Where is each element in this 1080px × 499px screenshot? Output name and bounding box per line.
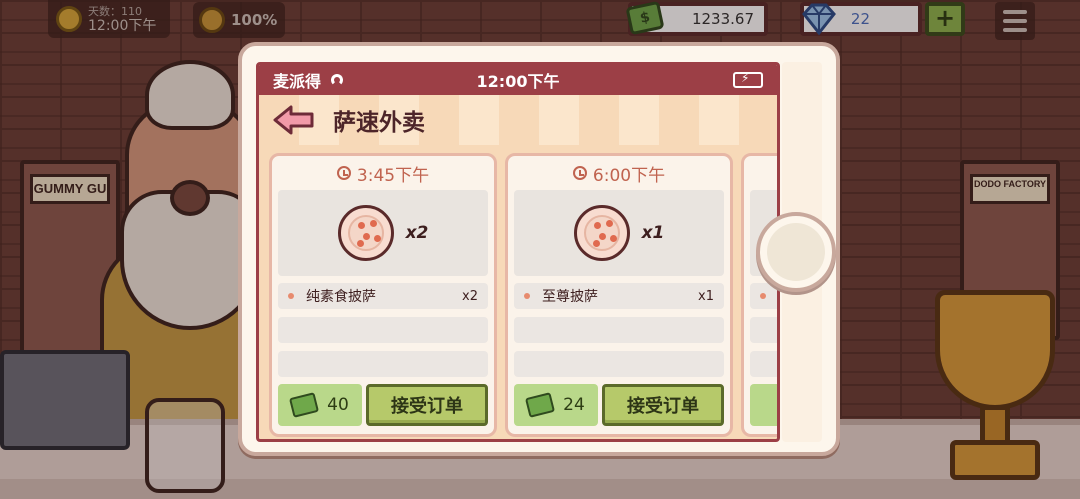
order-item-empty: [514, 351, 724, 377]
order-item: 至尊披萨 x1: [514, 283, 724, 309]
order-card: 3:45下午 x2 纯素食披萨 x2 40 接受订单: [269, 153, 497, 437]
pizza-preview: x2: [278, 190, 488, 276]
order-item-empty: [750, 351, 777, 377]
order-item-empty: [514, 317, 724, 343]
order-time: [744, 156, 777, 190]
tablet-home-button[interactable]: [756, 212, 836, 292]
app-header: 萨速外卖: [259, 95, 777, 145]
pizza-quantity: x1: [641, 223, 665, 243]
order-footer: 40 接受订单: [278, 384, 488, 426]
order-item: 纯素食披萨 x2: [278, 283, 488, 309]
pizza-icon: [573, 205, 630, 261]
order-time: 3:45下午: [272, 156, 494, 190]
back-arrow-icon: [273, 105, 314, 135]
battery-icon: [733, 71, 763, 88]
clock-icon: [336, 166, 351, 180]
bullet-icon: [524, 293, 530, 299]
order-footer: [750, 384, 777, 426]
reward-value: 24: [563, 395, 585, 415]
money-icon: [525, 392, 556, 418]
pizza-icon: [337, 205, 394, 261]
order-time-label: 6:00下午: [592, 165, 666, 186]
pizza-quantity: x2: [405, 223, 429, 243]
order-time-label: 3:45下午: [356, 165, 430, 186]
clock-icon: [572, 166, 587, 180]
order-footer: 24 接受订单: [514, 384, 724, 426]
order-item-qty: x1: [698, 288, 714, 304]
app-title: 萨速外卖: [333, 110, 425, 136]
money-icon: [289, 392, 320, 418]
tablet-screen: 麦派得 12:00下午 萨速外卖 3:45下午: [256, 62, 780, 442]
order-reward: 40: [278, 384, 362, 426]
status-bar: 麦派得 12:00下午: [259, 65, 777, 95]
order-card: 月: [741, 153, 780, 437]
pizza-preview: x1: [514, 190, 724, 276]
back-button[interactable]: [273, 104, 315, 136]
bullet-icon: [288, 293, 294, 299]
accept-order-button[interactable]: 接受订单: [602, 384, 724, 426]
carrier-name: 麦派得: [273, 72, 322, 91]
reward-value: 40: [327, 395, 349, 415]
order-card: 6:00下午 x1 至尊披萨 x1 24 接受订单: [505, 153, 733, 437]
order-reward: [750, 384, 777, 426]
money-icon: [776, 392, 777, 418]
order-item-empty: [278, 317, 488, 343]
order-reward: 24: [514, 384, 598, 426]
order-item-name: 纯素食披萨: [306, 289, 376, 305]
order-time: 6:00下午: [508, 156, 730, 190]
accept-order-button[interactable]: 接受订单: [366, 384, 488, 426]
order-item-name: 月: [778, 286, 780, 306]
order-item-empty: [278, 351, 488, 377]
tablet-device: 麦派得 12:00下午 萨速外卖 3:45下午: [238, 42, 840, 456]
order-item-name: 至尊披萨: [542, 289, 598, 305]
order-item-empty: [750, 317, 777, 343]
order-list: 3:45下午 x2 纯素食披萨 x2 40 接受订单 6:00下午 x1 至尊披…: [269, 153, 780, 437]
bullet-icon: [760, 293, 766, 299]
order-item-qty: x2: [462, 288, 478, 304]
wifi-icon: [331, 74, 344, 86]
